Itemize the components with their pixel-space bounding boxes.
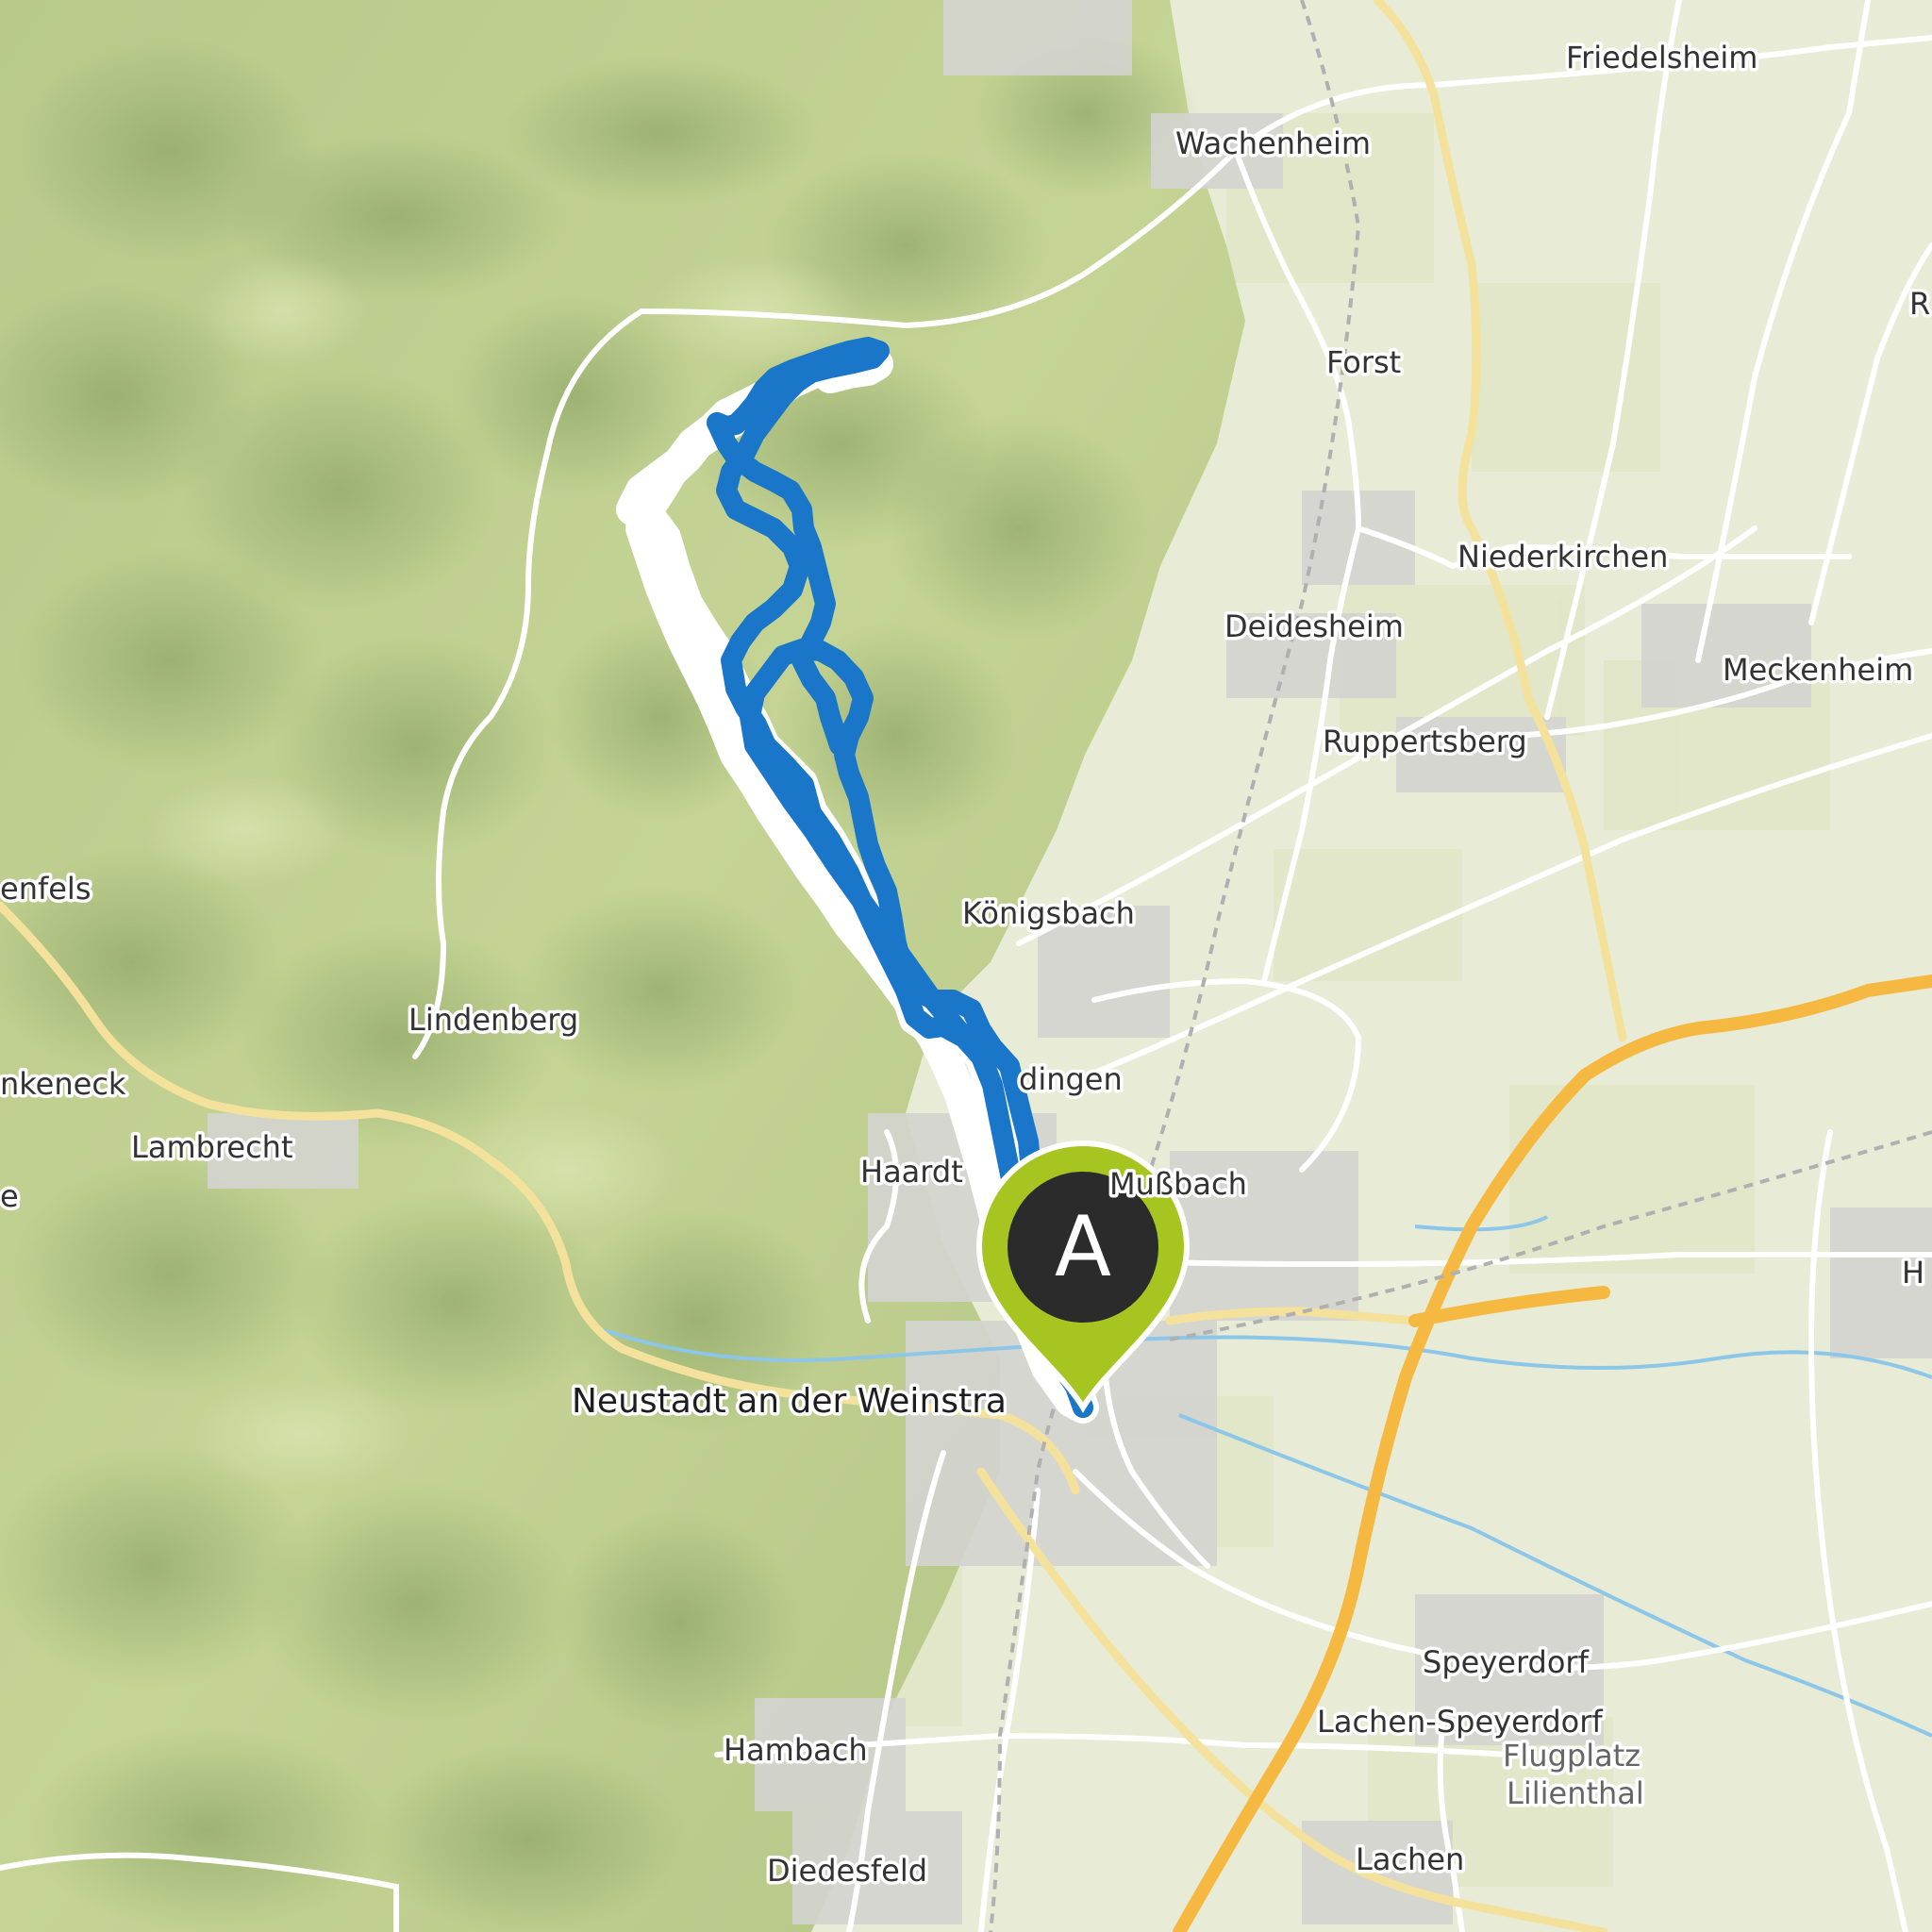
label-lachen: Lachen	[1356, 1841, 1464, 1877]
label-flugplatz: Flugplatz	[1503, 1738, 1641, 1774]
label-niederkirchen: Niederkirchen	[1457, 539, 1668, 575]
label-hambach: Hambach	[724, 1732, 868, 1768]
label-partial-h: H	[1902, 1255, 1924, 1291]
label-friedelsheim: Friedelsheim	[1566, 40, 1757, 75]
label-speyerdorf: Speyerdorf	[1423, 1644, 1590, 1680]
label-lilienthal: Lilienthal	[1507, 1775, 1644, 1811]
label-diedesfeld: Diedesfeld	[767, 1853, 927, 1889]
label-lindenberg: Lindenberg	[408, 1002, 578, 1038]
label-koenigsbach: Königsbach	[962, 895, 1135, 931]
map-canvas[interactable]: A Friedelsheim Wachenheim Forst Niederki…	[0, 0, 1932, 1932]
label-haardt: Haardt	[860, 1154, 963, 1190]
label-meckenheim: Meckenheim	[1723, 652, 1913, 688]
label-mussbach: Mußbach	[1109, 1166, 1247, 1202]
label-neustadt: Neustadt an der Weinstra	[572, 1382, 1007, 1421]
label-wachenheim: Wachenheim	[1175, 125, 1371, 161]
label-lachen-speyerdorf: Lachen-Speyerdorf	[1317, 1704, 1603, 1740]
label-lambrecht: Lambrecht	[131, 1129, 292, 1165]
label-frankeneck: nkeneck	[0, 1066, 126, 1102]
label-partial-e: e	[0, 1178, 19, 1214]
label-deidesheim: Deidesheim	[1224, 608, 1404, 644]
label-forst: Forst	[1326, 344, 1401, 380]
label-gimmeldingen: dingen	[1019, 1061, 1123, 1097]
label-ruppertsberg: Ruppertsberg	[1323, 724, 1527, 759]
label-weidenthal: enfels	[0, 871, 91, 907]
label-partial-r: R	[1909, 286, 1930, 322]
start-marker-letter: A	[1055, 1198, 1111, 1295]
